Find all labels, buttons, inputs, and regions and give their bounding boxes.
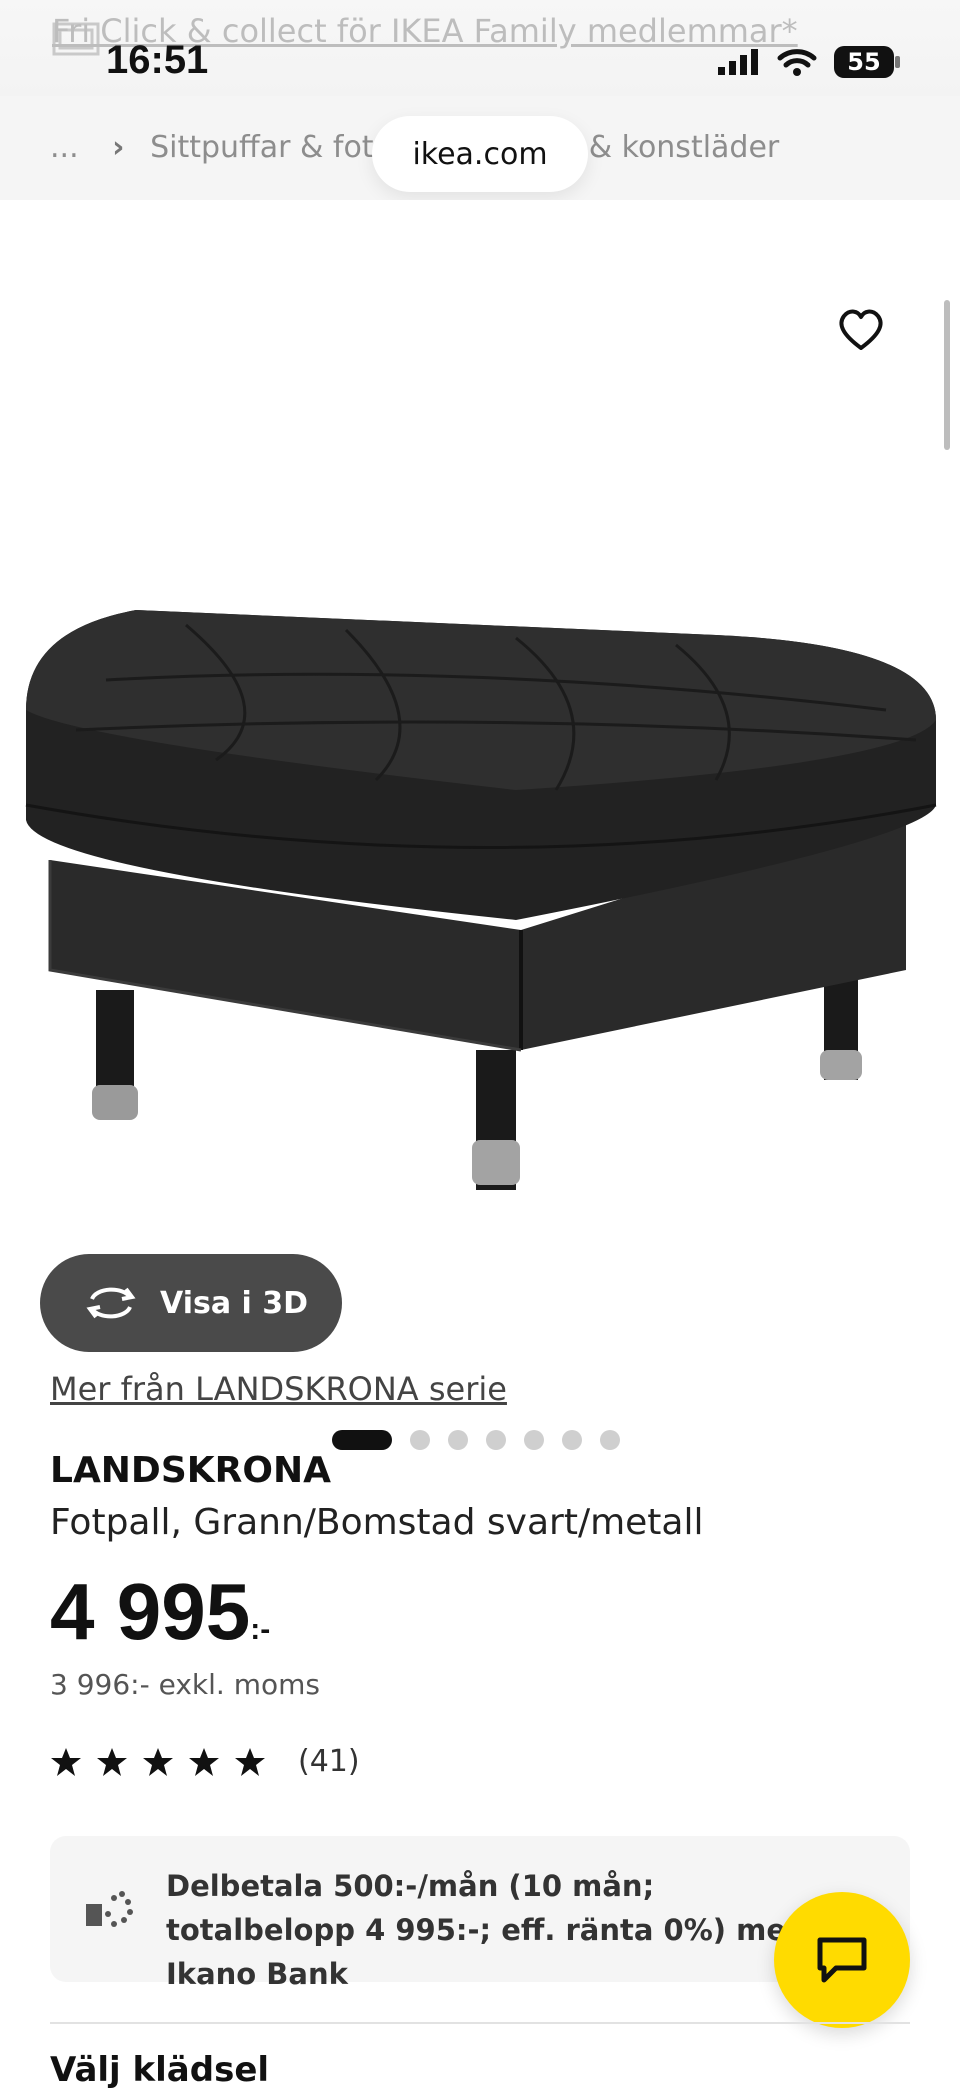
- view-3d-label: Visa i 3D: [160, 1285, 309, 1321]
- payment-icon: [86, 1891, 133, 1927]
- signal-icon: [718, 49, 758, 75]
- rotate-icon: [86, 1287, 136, 1319]
- status-bar: Fri Click & collect för IKEA Family medl…: [0, 0, 960, 96]
- chevron-right-icon: ›: [112, 130, 125, 165]
- star-icon: [189, 1747, 219, 1776]
- star-icon: [235, 1747, 265, 1776]
- price: 4 995:-: [50, 1566, 270, 1658]
- breadcrumb-ellipsis[interactable]: ...: [50, 130, 79, 165]
- series-link[interactable]: Mer från LANDSKRONA serie: [50, 1370, 507, 1408]
- divider: [50, 2022, 910, 2024]
- view-3d-button[interactable]: Visa i 3D: [40, 1254, 342, 1352]
- heart-icon[interactable]: [836, 304, 886, 354]
- chat-icon: [817, 1937, 867, 1983]
- gallery-dot[interactable]: [524, 1430, 544, 1450]
- star-icon: [51, 1747, 81, 1776]
- financing-text: Delbetala 500:-/mån (10 mån; totalbelopp…: [166, 1869, 807, 1991]
- chat-button[interactable]: [774, 1892, 910, 2028]
- wifi-icon: [777, 49, 817, 76]
- gallery-dot[interactable]: [332, 1430, 392, 1450]
- gallery-dot[interactable]: [486, 1430, 506, 1450]
- star-icon: [143, 1747, 173, 1776]
- review-count[interactable]: (41): [298, 1744, 360, 1779]
- url-bar[interactable]: ikea.com: [372, 116, 588, 192]
- rating[interactable]: (41): [50, 1744, 360, 1779]
- price-suffix: :-: [250, 1613, 271, 1646]
- battery-indicator: 55: [834, 46, 900, 78]
- product-image: [25, 610, 937, 1190]
- gallery-pagination[interactable]: [332, 1430, 620, 1450]
- clock: 16:51: [106, 38, 209, 82]
- product-name: LANDSKRONA: [50, 1450, 331, 1491]
- product-gallery[interactable]: Visa i 3D: [0, 200, 960, 1450]
- gallery-dot[interactable]: [600, 1430, 620, 1450]
- product-description: Fotpall, Grann/Bomstad svart/metall: [50, 1502, 704, 1543]
- section-heading: Välj klädsel: [50, 2050, 270, 2090]
- price-main: 4 995: [50, 1567, 251, 1656]
- gallery-dot[interactable]: [562, 1430, 582, 1450]
- price-excl-vat: 3 996:- exkl. moms: [50, 1668, 320, 1701]
- star-icon: [97, 1747, 127, 1776]
- gallery-dot[interactable]: [448, 1430, 468, 1450]
- gallery-dot[interactable]: [410, 1430, 430, 1450]
- status-icons: 55: [716, 44, 900, 80]
